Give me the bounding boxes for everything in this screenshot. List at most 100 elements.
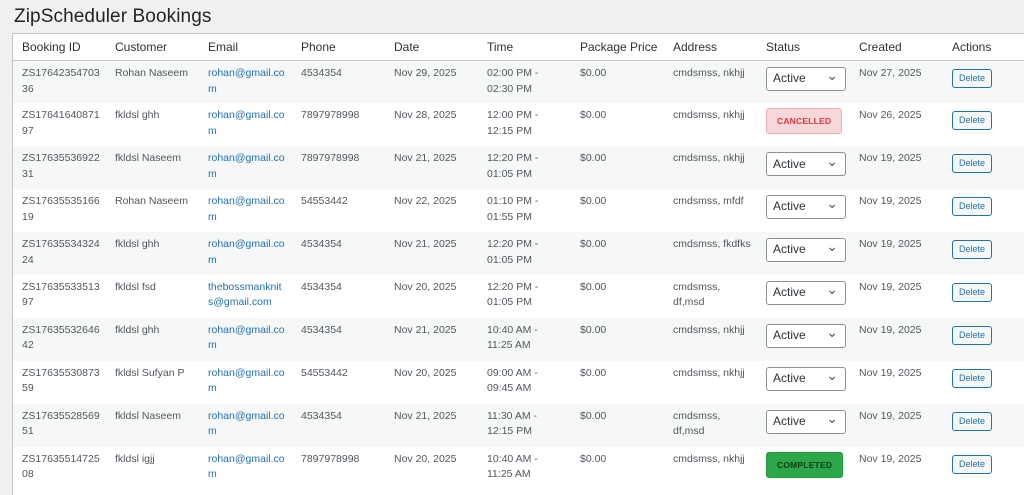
email-link[interactable]: rohan@gmail.com bbox=[208, 410, 285, 438]
email-link[interactable]: rohan@gmail.com bbox=[208, 152, 285, 180]
time-cell: 10:40 AM - 11:25 AM bbox=[478, 317, 571, 361]
column-header-created: Created bbox=[850, 34, 943, 61]
date-cell: Nov 21, 2025 bbox=[385, 317, 478, 361]
email-link[interactable]: rohan@gmail.com bbox=[208, 109, 285, 137]
email-cell: rohan@gmail.com bbox=[199, 189, 292, 232]
status-cell: Active ⌄ bbox=[757, 189, 850, 232]
date-cell: Nov 21, 2025 bbox=[385, 403, 478, 447]
table-row: ZS1763551472508 fkldsl igjj rohan@gmail.co… bbox=[13, 447, 1024, 490]
column-header-address: Address bbox=[664, 34, 757, 61]
date-cell: Nov 20, 2025 bbox=[394, 366, 457, 379]
time-cell: 09:00 AM - 09:45 AM bbox=[487, 366, 538, 395]
column-header-status: Status bbox=[757, 34, 850, 61]
column-header-booking-id: Booking ID bbox=[13, 34, 106, 61]
price-cell: $0.00 bbox=[580, 452, 607, 465]
table-row: ZS1763553692231 fkldsl Naseem rohan@gmail.… bbox=[13, 146, 1024, 190]
booking-id-cell: ZS1763551472508 bbox=[22, 452, 100, 481]
phone-cell: 4534354 bbox=[292, 403, 385, 447]
email-link[interactable]: rohan@gmail.com bbox=[208, 195, 285, 223]
customer-cell: fkldsl Naseem bbox=[106, 403, 199, 447]
table-header-row: Booking ID Customer Email Phone Date Time Pack… bbox=[13, 34, 1024, 61]
created-cell: Nov 19, 2025 bbox=[850, 232, 943, 275]
delete-button[interactable]: Delete bbox=[952, 411, 993, 431]
email-cell: rohan@gmail.com bbox=[199, 317, 292, 361]
status-cell: Active ⌄ bbox=[757, 146, 850, 190]
phone-cell: 4534354 bbox=[292, 232, 385, 275]
phone-cell: 7897978998 bbox=[301, 452, 360, 465]
status-select[interactable]: Active ⌄ bbox=[766, 323, 846, 348]
delete-button[interactable]: Delete bbox=[952, 69, 993, 88]
actions-cell: Delete bbox=[943, 232, 1024, 275]
booking-id-cell: ZS1763553432424 bbox=[13, 232, 106, 275]
price-cell: $0.00 bbox=[571, 317, 664, 361]
bookings-table-container: Booking ID Customer Email Phone Date Time Pack… bbox=[12, 33, 1024, 495]
address-cell: cmdsmss, df,msd bbox=[673, 280, 721, 309]
time-cell: 12:20 PM - 01:05 PM bbox=[478, 146, 571, 190]
delete-button[interactable]: Delete bbox=[952, 111, 993, 131]
status-select[interactable]: Active ⌄ bbox=[766, 195, 846, 220]
booking-id-cell: ZS1764235470336 bbox=[13, 60, 106, 104]
booking-id-cell: ZS1763552856951 bbox=[13, 403, 106, 447]
time-cell: 02:00 PM - 02:30 PM bbox=[478, 60, 571, 104]
actions-cell: Delete bbox=[943, 447, 1024, 490]
booking-id-cell: ZS1763553087359 bbox=[22, 366, 100, 395]
status-select[interactable]: Active ⌄ bbox=[766, 238, 846, 263]
delete-button[interactable]: Delete bbox=[952, 368, 993, 388]
email-link[interactable]: rohan@gmail.com bbox=[208, 367, 285, 395]
price-cell: $0.00 bbox=[580, 109, 607, 122]
delete-button[interactable]: Delete bbox=[952, 454, 993, 474]
customer-cell: Rohan Naseem bbox=[115, 195, 188, 208]
status-cell: CANCELLED bbox=[757, 103, 850, 146]
customer-cell: fkldsl ghh bbox=[106, 232, 199, 275]
booking-id-cell: ZS1763553264642 bbox=[13, 317, 106, 361]
phone-cell: 54553442 bbox=[301, 195, 348, 208]
bookings-table: Booking ID Customer Email Phone Date Time Pack… bbox=[13, 34, 1024, 489]
customer-cell: fkldsl igjj bbox=[115, 452, 155, 465]
column-header-package-price: Package Price bbox=[571, 34, 664, 61]
address-cell: cmdsmss, nkhjj bbox=[664, 60, 757, 104]
booking-id-cell: ZS1764164087197 bbox=[22, 109, 100, 137]
column-header-customer: Customer bbox=[106, 34, 199, 61]
chevron-down-icon: ⌄ bbox=[826, 238, 838, 255]
customer-cell: fkldsl ghh bbox=[115, 109, 160, 122]
actions-cell: Delete bbox=[943, 146, 1024, 190]
status-select[interactable]: Active ⌄ bbox=[766, 366, 846, 391]
delete-button[interactable]: Delete bbox=[952, 240, 993, 260]
delete-button[interactable]: Delete bbox=[952, 197, 993, 217]
email-link[interactable]: thebossmanknits@gmail.com bbox=[208, 281, 282, 309]
actions-cell: Delete bbox=[943, 275, 1024, 318]
address-cell: cmdsmss, df,msd bbox=[664, 403, 757, 447]
time-cell: 12:20 PM - 01:05 PM bbox=[478, 232, 571, 275]
table-body: ZS1764235470336 Rohan Naseem rohan@gmail.c… bbox=[13, 60, 1024, 490]
email-cell: rohan@gmail.com bbox=[199, 103, 292, 146]
created-cell: Nov 19, 2025 bbox=[859, 366, 922, 379]
status-select[interactable]: Active ⌄ bbox=[766, 280, 846, 305]
delete-button[interactable]: Delete bbox=[952, 154, 993, 174]
email-link[interactable]: rohan@gmail.com bbox=[208, 453, 285, 481]
status-cell: Active ⌄ bbox=[757, 60, 850, 104]
delete-button[interactable]: Delete bbox=[952, 282, 993, 302]
chevron-down-icon: ⌄ bbox=[826, 409, 838, 426]
chevron-down-icon: ⌄ bbox=[826, 324, 838, 341]
email-link[interactable]: rohan@gmail.com bbox=[208, 324, 285, 352]
email-cell: rohan@gmail.com bbox=[199, 146, 292, 190]
status-select[interactable]: Active ⌄ bbox=[766, 67, 846, 91]
price-cell: $0.00 bbox=[580, 366, 607, 379]
email-cell: rohan@gmail.com bbox=[199, 447, 292, 490]
email-link[interactable]: rohan@gmail.com bbox=[208, 67, 285, 95]
column-header-date: Date bbox=[385, 34, 478, 61]
email-cell: rohan@gmail.com bbox=[199, 403, 292, 447]
email-link[interactable]: rohan@gmail.com bbox=[208, 238, 285, 266]
phone-cell: 7897978998 bbox=[301, 109, 360, 122]
email-cell: thebossmanknits@gmail.com bbox=[199, 275, 292, 318]
status-select-value: Active bbox=[773, 285, 806, 300]
chevron-down-icon: ⌄ bbox=[826, 281, 838, 298]
column-header-phone: Phone bbox=[292, 34, 385, 61]
booking-id-cell: ZS1763553692231 bbox=[13, 146, 106, 190]
status-select[interactable]: Active ⌄ bbox=[766, 409, 846, 434]
status-select-value: Active bbox=[773, 370, 806, 385]
status-select[interactable]: Active ⌄ bbox=[766, 152, 846, 177]
address-cell: cmdsmss, mfdf bbox=[673, 195, 744, 208]
created-cell: Nov 19, 2025 bbox=[859, 452, 922, 465]
delete-button[interactable]: Delete bbox=[952, 325, 993, 345]
